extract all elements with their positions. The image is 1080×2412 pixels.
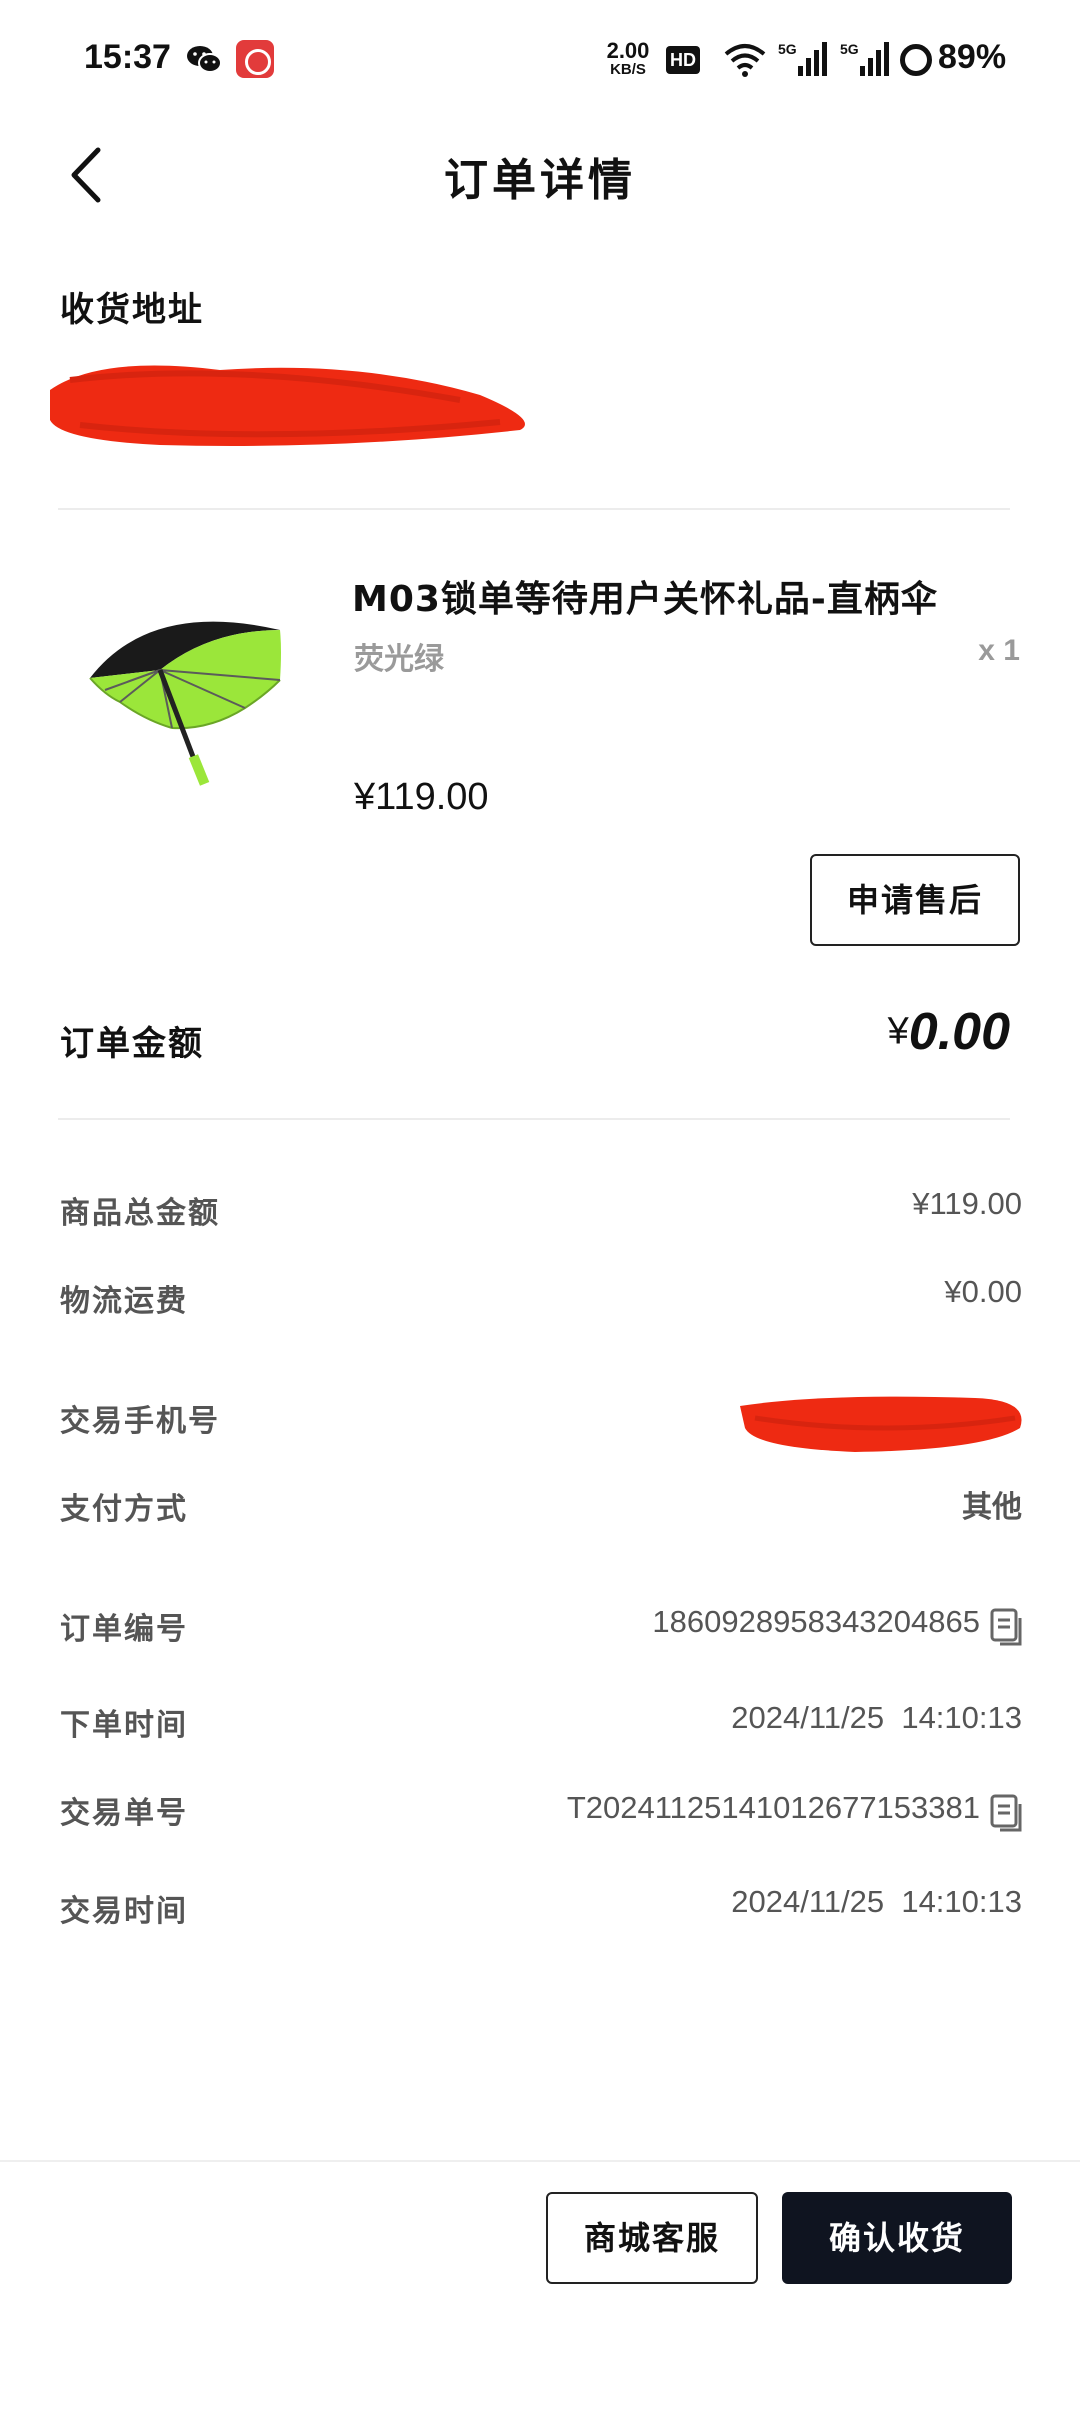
trade-time-value: 2024/11/25 14:10:13 (731, 1884, 1022, 1919)
order-no-label: 订单编号 (60, 1612, 188, 1647)
bottom-bar-divider (0, 2160, 1080, 2162)
address-title: 收货地址 (60, 290, 204, 330)
payment-value: 其他 (962, 1490, 1022, 1525)
order-no-value: 1860928958343204865 (652, 1604, 980, 1639)
currency-symbol: ¥ (887, 1010, 909, 1053)
product-quantity: x 1 (978, 634, 1020, 667)
goods-total-label: 商品总金额 (60, 1196, 220, 1231)
order-amount: ¥0.00 (888, 1002, 1010, 1062)
hd-icon: HD (666, 46, 700, 74)
customer-service-button[interactable]: 商城客服 (546, 2192, 758, 2284)
battery-percent: 89% (938, 38, 1007, 76)
svg-text:5G: 5G (778, 41, 797, 57)
order-time-label: 下单时间 (60, 1708, 188, 1743)
product-variant: 荧光绿 (354, 642, 444, 677)
signal-5g-icon-2: 5G (840, 41, 889, 76)
copy-icon[interactable] (986, 1606, 1026, 1646)
address-redaction (50, 365, 525, 446)
page-title: 订单详情 (444, 155, 636, 206)
battery-icon (900, 44, 932, 76)
goods-total-value: ¥119.00 (912, 1186, 1022, 1221)
phone-label: 交易手机号 (60, 1404, 220, 1439)
payment-label: 支付方式 (60, 1492, 188, 1527)
svg-text:5G: 5G (840, 41, 859, 57)
status-time: 15:37 (84, 38, 171, 76)
product-name[interactable]: M03锁单等待用户关怀礼品-直柄伞 (352, 570, 938, 622)
phone-redaction (740, 1396, 1022, 1452)
trade-no-label: 交易单号 (60, 1796, 188, 1831)
signal-5g-icon: 5G (778, 41, 827, 76)
status-bar: 15:37 2.00 KB/S HD 5G 5G 89% (0, 0, 1080, 120)
confirm-receipt-button[interactable]: 确认收货 (782, 2192, 1012, 2284)
shipping-value: ¥0.00 (944, 1274, 1022, 1309)
product-image[interactable] (60, 560, 320, 820)
after-sale-button[interactable]: 申请售后 (810, 854, 1020, 946)
wechat-icon (187, 46, 222, 73)
order-time-value: 2024/11/25 14:10:13 (731, 1700, 1022, 1735)
wifi-icon (724, 44, 766, 77)
order-amount-value: 0.00 (908, 1003, 1010, 1061)
network-speed: 2.00 KB/S (606, 38, 650, 78)
page-header: 订单详情 (0, 120, 1080, 230)
trade-no-value: T20241125141012677153381 (566, 1790, 980, 1825)
shipping-label: 物流运费 (60, 1284, 188, 1319)
product-price: ¥119.00 (354, 776, 489, 818)
divider (58, 1118, 1010, 1120)
trade-time-label: 交易时间 (60, 1894, 188, 1929)
order-amount-label: 订单金额 (60, 1024, 204, 1064)
app-notification-icon (236, 40, 274, 78)
divider (58, 508, 1010, 510)
copy-icon-2[interactable] (986, 1792, 1026, 1832)
